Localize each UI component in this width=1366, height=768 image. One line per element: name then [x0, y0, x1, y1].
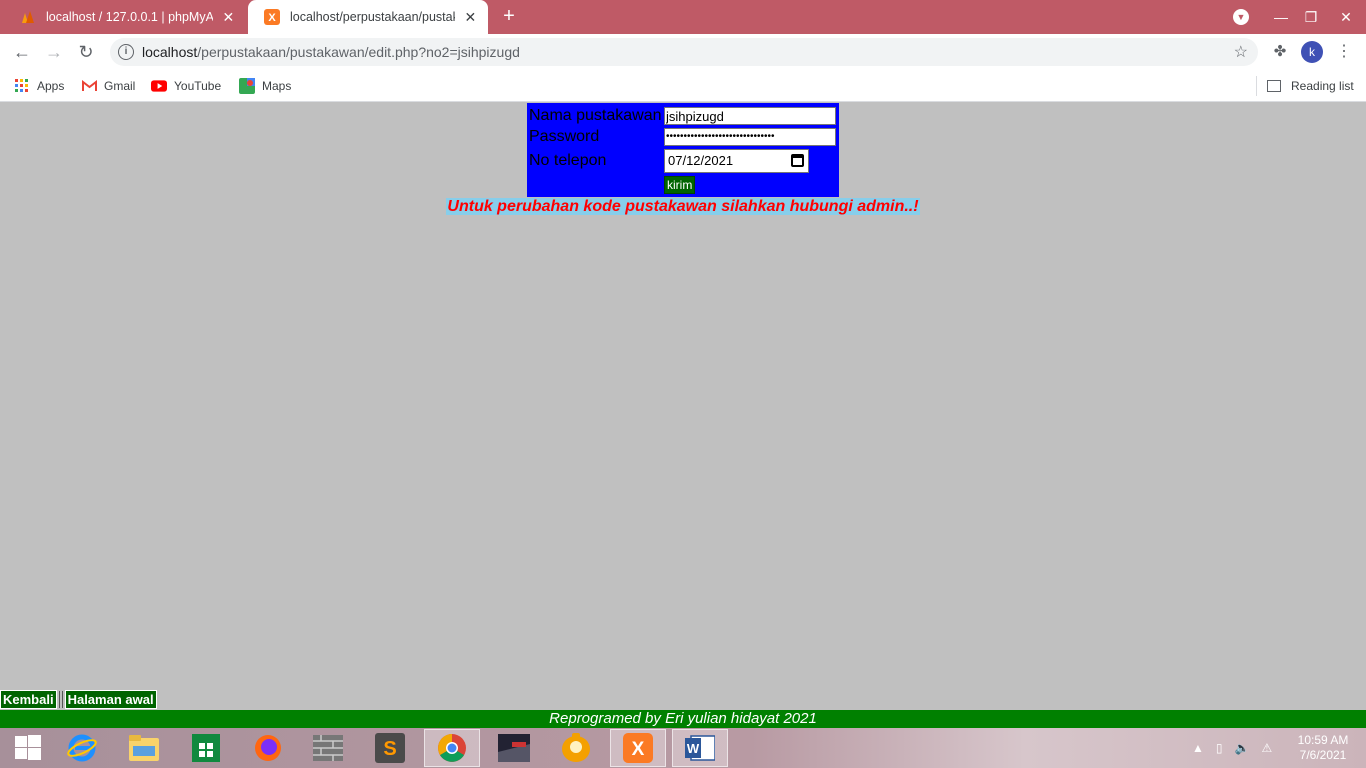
- reading-list-icon: [1267, 80, 1281, 92]
- notice-message: Untuk perubahan kode pustakawan silahkan…: [0, 198, 1366, 216]
- close-tab-icon[interactable]: ✕: [221, 9, 236, 26]
- network-icon[interactable]: ⚠: [1261, 741, 1272, 755]
- bookmark-label: Apps: [37, 79, 65, 93]
- tab-title: localhost / 127.0.0.1 | phpMyAdmin: [46, 10, 213, 24]
- password-label: Password: [529, 128, 600, 145]
- back-icon[interactable]: ←: [10, 40, 34, 64]
- address-bar[interactable]: i localhost/perpustakaan/pustakawan/edit…: [110, 38, 1258, 66]
- maps-icon: [239, 78, 255, 94]
- bookmarks-bar: Apps Gmail YouTube Maps Reading list: [0, 70, 1366, 102]
- svg-text:X: X: [268, 12, 276, 24]
- firefox-icon[interactable]: [240, 729, 296, 767]
- chrome-icon[interactable]: [424, 729, 480, 767]
- xampp-icon: X: [264, 9, 280, 25]
- more-menu-icon[interactable]: ⋮: [1336, 40, 1352, 64]
- game-icon[interactable]: [486, 729, 542, 767]
- svg-text:W: W: [687, 741, 700, 756]
- file-explorer-icon[interactable]: [116, 729, 172, 767]
- avatar[interactable]: k: [1301, 41, 1323, 63]
- new-tab-button[interactable]: +: [498, 6, 520, 28]
- bookmark-label: Maps: [262, 79, 292, 93]
- bookmark-gmail[interactable]: Gmail: [81, 76, 135, 96]
- tab-strip: localhost / 127.0.0.1 | phpMyAdmin ✕ X l…: [0, 0, 1366, 34]
- start-icon[interactable]: [0, 729, 56, 767]
- bookmark-apps[interactable]: Apps: [14, 76, 64, 96]
- tab-title: localhost/perpustakaan/pustakawan/edit.p…: [290, 10, 455, 24]
- back-link[interactable]: Kembali: [0, 690, 57, 709]
- browser-toolbar: ← → ↻ i localhost/perpustakaan/pustakawa…: [0, 34, 1366, 70]
- notice-text: Untuk perubahan kode pustakawan silahkan…: [446, 198, 920, 215]
- name-label: Nama pustakawan: [529, 107, 662, 124]
- bookmark-label: Gmail: [104, 79, 136, 93]
- system-tray: ▲ ▯ 🔈 ⚠: [1192, 728, 1284, 768]
- apps-grid-icon: [14, 78, 30, 94]
- window-controls: — ❐ ✕: [1266, 0, 1366, 34]
- firewall-icon[interactable]: [300, 729, 356, 767]
- youtube-icon: [151, 78, 167, 94]
- store-icon[interactable]: [178, 729, 234, 767]
- reload-icon[interactable]: ↻: [74, 40, 98, 64]
- password-input[interactable]: •••••••••••••••••••••••••••••••: [664, 128, 836, 146]
- home-link[interactable]: Halaman awal: [64, 690, 157, 709]
- link-separator: [58, 691, 63, 708]
- media-player-icon[interactable]: [548, 729, 604, 767]
- bookmark-maps[interactable]: Maps: [239, 76, 291, 96]
- reading-list-label: Reading list: [1291, 79, 1354, 93]
- tab-edit-pustakawan[interactable]: X localhost/perpustakaan/pustakawan/edit…: [248, 0, 488, 34]
- footer-text: Reprogramed by Eri yulian hidayat 2021: [549, 710, 817, 727]
- reading-list-button[interactable]: Reading list: [1256, 76, 1354, 96]
- clock-time: 10:59 AM: [1297, 733, 1349, 747]
- site-info-icon[interactable]: i: [118, 44, 134, 60]
- volume-icon[interactable]: 🔈: [1235, 741, 1250, 755]
- phpmyadmin-icon: [20, 9, 36, 25]
- submit-button[interactable]: kirim: [664, 176, 696, 194]
- calendar-icon[interactable]: [791, 154, 804, 167]
- phone-value: 07/12/2021: [668, 153, 734, 168]
- restore-icon[interactable]: ❐: [1296, 9, 1326, 26]
- word-icon[interactable]: W: [672, 729, 728, 767]
- close-tab-icon[interactable]: ✕: [463, 9, 478, 26]
- gmail-icon: [81, 78, 97, 94]
- show-hidden-icons-icon[interactable]: ▲: [1192, 741, 1204, 755]
- bookmark-star-icon[interactable]: ☆: [1234, 42, 1248, 62]
- bottom-links: Kembali Halaman awal: [0, 690, 159, 709]
- clock-date: 7/6/2021: [1299, 748, 1347, 762]
- bookmark-label: YouTube: [174, 79, 222, 93]
- extensions-icon[interactable]: ✤: [1270, 42, 1290, 62]
- svg-text:S: S: [383, 738, 396, 760]
- internet-explorer-icon[interactable]: [54, 729, 110, 767]
- windows-taskbar: S X W ▲ ▯ 🔈 ⚠ 10:59 AM 7/6/2021: [0, 728, 1366, 768]
- minimize-icon[interactable]: —: [1266, 9, 1296, 25]
- url-text[interactable]: localhost/perpustakaan/pustakawan/edit.p…: [142, 44, 520, 60]
- taskbar-clock[interactable]: 10:59 AM 7/6/2021: [1288, 733, 1358, 763]
- page-footer: Reprogramed by Eri yulian hidayat 2021: [0, 710, 1366, 728]
- forward-icon[interactable]: →: [42, 40, 66, 64]
- xampp-taskbar-icon[interactable]: X: [610, 729, 666, 767]
- svg-text:X: X: [632, 739, 645, 760]
- tab-search-icon[interactable]: ▼: [1233, 9, 1249, 25]
- tab-phpmyadmin[interactable]: localhost / 127.0.0.1 | phpMyAdmin ✕: [4, 0, 246, 34]
- phone-date-input[interactable]: 07/12/2021: [664, 149, 809, 173]
- name-input[interactable]: [664, 107, 836, 125]
- sublime-text-icon[interactable]: S: [362, 729, 418, 767]
- edit-pustakawan-form: Nama pustakawan Password •••••••••••••••…: [527, 103, 839, 197]
- phone-label: No telepon: [529, 152, 607, 169]
- bookmark-youtube[interactable]: YouTube: [151, 76, 221, 96]
- battery-icon[interactable]: ▯: [1216, 741, 1223, 755]
- close-window-icon[interactable]: ✕: [1326, 9, 1366, 26]
